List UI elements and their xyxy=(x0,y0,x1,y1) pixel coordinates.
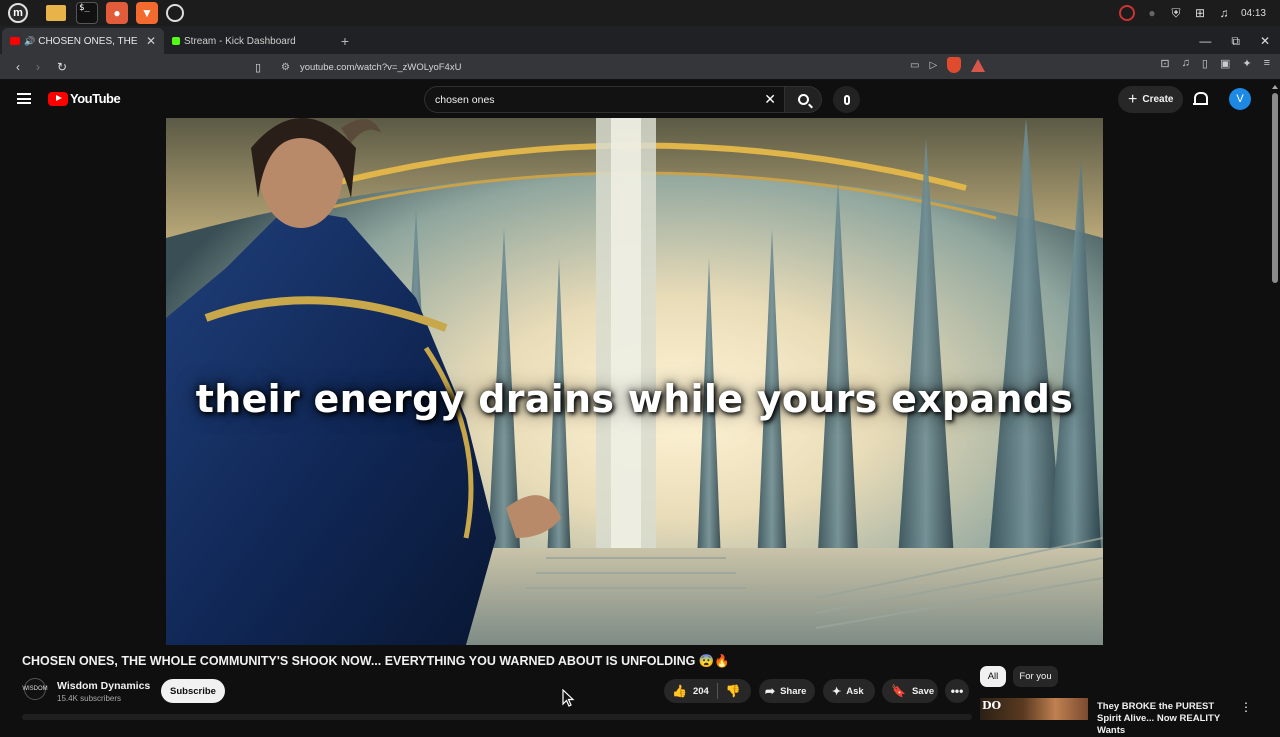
brave-shields-icon[interactable] xyxy=(947,57,962,73)
video-player[interactable]: their energy drains while yours expands xyxy=(166,118,1103,645)
site-info-icon[interactable]: ⚙ xyxy=(281,62,290,73)
maximize-icon[interactable]: ⧉ xyxy=(1231,34,1240,49)
video-frame xyxy=(166,118,1103,645)
back-icon[interactable]: ‹ xyxy=(8,57,28,77)
sparkle-icon: ✦ xyxy=(832,685,842,698)
like-dislike-group: 👍 204 👎 xyxy=(664,679,751,703)
thumbnail-text: DO xyxy=(982,699,1002,712)
system-tray: ● ⛨ ⊞ ♫ 04:13 xyxy=(1118,5,1276,21)
leo-icon[interactable]: ✦ xyxy=(1242,57,1251,70)
tab-youtube[interactable]: 🔊 CHOSEN ONES, THE WHOLE ✕ xyxy=(2,28,164,54)
tab-title: Stream - Kick Dashboard xyxy=(184,35,296,47)
hamburger-menu-icon[interactable] xyxy=(17,93,31,104)
obs-icon[interactable] xyxy=(166,4,184,22)
kick-favicon-icon xyxy=(172,37,180,45)
youtube-play-icon xyxy=(48,91,68,106)
tab-kick[interactable]: Stream - Kick Dashboard xyxy=(164,28,326,54)
record-indicator-icon[interactable] xyxy=(1118,5,1135,21)
mouse-cursor-icon xyxy=(562,689,575,707)
youtube-favicon-icon xyxy=(10,37,20,45)
avatar[interactable]: V xyxy=(1229,88,1251,110)
address-bar-row: ‹ › ↻ ▯ ⚙ youtube.com/watch?v=_zWOLyoF4x… xyxy=(0,54,1280,80)
description-box-edge xyxy=(22,714,972,720)
bookmark-save-icon: 🔖 xyxy=(891,684,906,698)
menu-icon[interactable]: ≡ xyxy=(1264,57,1270,70)
notifications-bell-icon[interactable] xyxy=(1193,91,1208,107)
plus-icon: + xyxy=(1128,90,1138,108)
create-label: Create xyxy=(1142,94,1174,105)
save-label: Save xyxy=(911,685,935,697)
clear-search-icon[interactable]: ✕ xyxy=(764,91,776,108)
window-controls: — ⧉ ✕ xyxy=(1199,28,1280,54)
forward-icon[interactable]: › xyxy=(28,57,48,77)
save-button[interactable]: 🔖 Save xyxy=(882,679,938,703)
share-icon: ➦ xyxy=(765,684,776,698)
chip-for-you[interactable]: For you xyxy=(1013,666,1058,687)
channel-avatar[interactable]: WISDOM xyxy=(22,678,48,700)
youtube-logo[interactable]: YouTube xyxy=(48,91,121,106)
clock[interactable]: 04:13 xyxy=(1241,8,1266,19)
screenshot-icon[interactable]: ⊡ xyxy=(1160,57,1169,70)
youtube-header: YouTube chosen ones ✕ + Create V xyxy=(0,81,1270,118)
music-icon[interactable]: ♫ xyxy=(1217,6,1231,20)
close-tab-icon[interactable]: ✕ xyxy=(146,34,156,48)
more-vertical-icon[interactable]: ⋮ xyxy=(1240,700,1252,714)
extension-icons: ⊡ ♫ ▯ ▣ ✦ ≡ xyxy=(1160,57,1270,70)
subscriber-count: 15.4K subscribers xyxy=(57,694,122,703)
like-count[interactable]: 204 xyxy=(693,686,709,697)
speaker-icon[interactable]: 🔊 xyxy=(24,36,35,47)
search-input[interactable]: chosen ones ✕ xyxy=(424,86,784,113)
files-icon[interactable] xyxy=(46,5,66,21)
mint-menu-icon[interactable]: m xyxy=(8,3,28,23)
url-text[interactable]: youtube.com/watch?v=_zWOLyoF4xU xyxy=(300,62,461,73)
media-icon[interactable]: ♫ xyxy=(1182,57,1190,70)
reload-icon[interactable]: ↻ xyxy=(52,57,72,77)
app-red-icon[interactable]: ● xyxy=(106,2,128,24)
chip-all[interactable]: All xyxy=(980,666,1006,687)
network-icon[interactable]: ⊞ xyxy=(1193,6,1207,20)
search-value[interactable]: chosen ones xyxy=(435,94,495,106)
ask-label: Ask xyxy=(846,685,864,697)
scrollbar-thumb[interactable] xyxy=(1272,93,1278,283)
video-title: CHOSEN ONES, THE WHOLE COMMUNITY'S SHOOK… xyxy=(22,654,730,668)
dot-icon: ● xyxy=(1148,6,1156,20)
more-horizontal-icon: ••• xyxy=(950,684,964,698)
new-tab-button[interactable]: + xyxy=(332,28,358,54)
voice-search-button[interactable] xyxy=(833,86,860,113)
create-button[interactable]: + Create xyxy=(1118,86,1184,113)
subscribe-button[interactable]: Subscribe xyxy=(161,679,225,703)
tab-title: CHOSEN ONES, THE WHOLE xyxy=(38,35,140,47)
url-action-icons: ▭ ▷ xyxy=(910,57,986,73)
os-taskbar: m $_ ● ▼ ● ⛨ ⊞ ♫ 04:13 xyxy=(0,0,1280,26)
wallet-icon[interactable]: ▣ xyxy=(1220,57,1230,70)
browser-tab-strip: 🔊 CHOSEN ONES, THE WHOLE ✕ Stream - Kick… xyxy=(0,26,1280,54)
ask-button[interactable]: ✦ Ask xyxy=(823,679,875,703)
more-actions-button[interactable]: ••• xyxy=(945,679,969,703)
cast-icon[interactable]: ▭ xyxy=(910,60,919,71)
brave-browser-icon[interactable]: ▼ xyxy=(136,2,158,24)
share-button[interactable]: ➦ Share xyxy=(759,679,815,703)
share-label: Share xyxy=(780,685,807,697)
recommended-title[interactable]: They BROKE the PUREST Spirit Alive... No… xyxy=(1097,701,1232,737)
sidebar-icon[interactable]: ▯ xyxy=(1202,57,1208,70)
search-button[interactable] xyxy=(784,86,822,113)
divider xyxy=(716,683,718,699)
play-icon[interactable]: ▷ xyxy=(929,60,937,71)
microphone-icon xyxy=(843,94,850,105)
channel-name[interactable]: Wisdom Dynamics xyxy=(57,680,150,692)
youtube-logo-text: YouTube xyxy=(70,91,121,106)
like-icon[interactable]: 👍 xyxy=(672,684,687,698)
page-scrollbar[interactable] xyxy=(1270,81,1280,720)
brave-rewards-icon[interactable] xyxy=(971,58,986,72)
dislike-icon[interactable]: 👎 xyxy=(726,684,741,698)
search-icon xyxy=(797,94,809,105)
minimize-icon[interactable]: — xyxy=(1199,34,1211,48)
shield-tray-icon[interactable]: ⛨ xyxy=(1169,6,1183,20)
url-bar[interactable]: ▯ ⚙ youtube.com/watch?v=_zWOLyoF4xU xyxy=(255,57,1000,77)
close-window-icon[interactable]: ✕ xyxy=(1260,34,1270,48)
recommended-thumbnail[interactable]: DO xyxy=(980,698,1088,720)
terminal-icon[interactable]: $_ xyxy=(76,2,98,24)
bookmark-icon[interactable]: ▯ xyxy=(255,61,269,74)
scroll-up-arrow-icon[interactable] xyxy=(1272,85,1278,89)
